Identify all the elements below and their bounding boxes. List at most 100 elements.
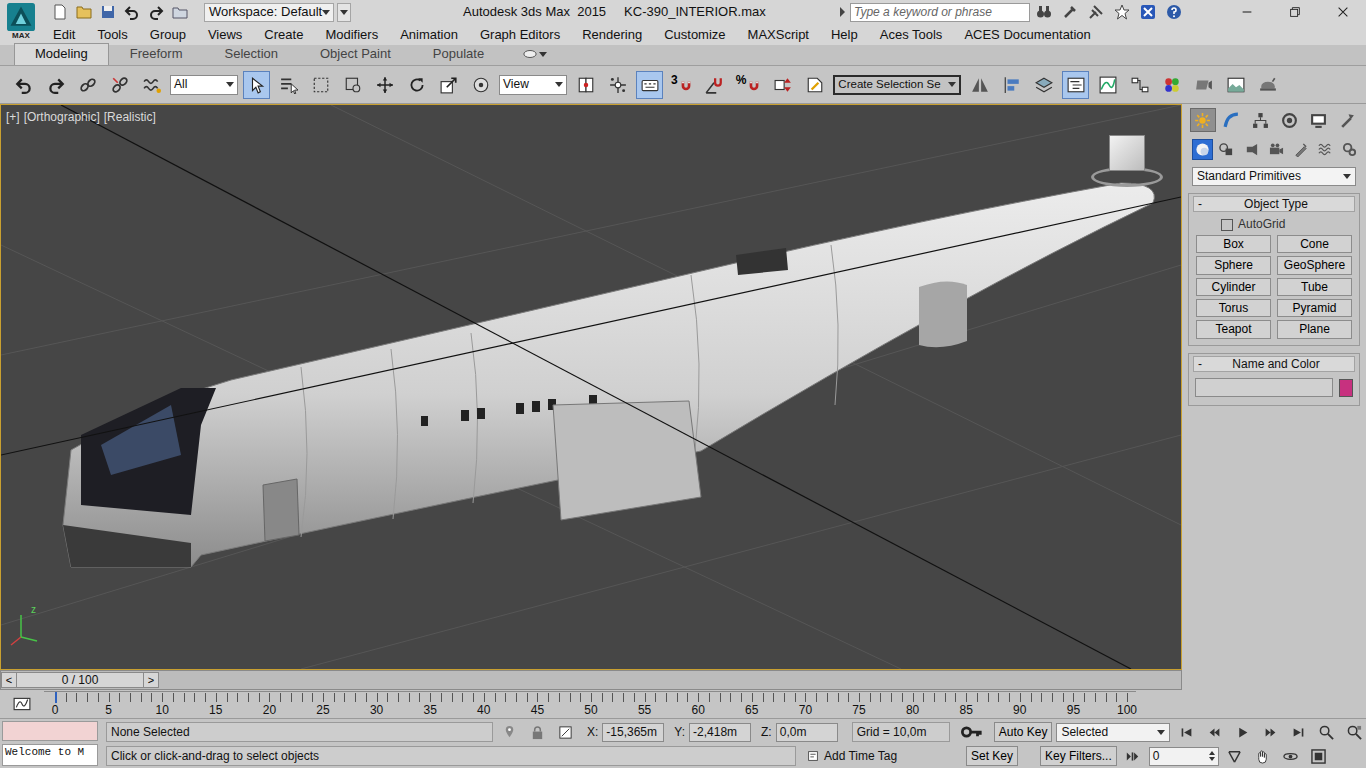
listener-input[interactable] [2,721,98,741]
selname-button[interactable] [275,71,302,99]
primitive-button[interactable]: Box [1196,235,1271,253]
zoom-button[interactable] [1314,722,1338,742]
time-slider-thumb[interactable]: <0 / 100> [1,672,159,688]
primitive-button[interactable]: GeoSphere [1277,256,1352,274]
motion-tab[interactable] [1276,108,1302,132]
ribbon-options-button[interactable] [523,47,547,61]
view-cube[interactable] [1091,135,1163,189]
undo-button[interactable] [10,71,37,99]
geometry-category[interactable] [1192,139,1213,160]
anglesnap-button[interactable] [701,71,728,99]
frame-ruler[interactable]: 0510152025303540455055606570758085909510… [44,691,1136,717]
object-name-input[interactable] [1195,378,1333,397]
menu-item[interactable]: ACES Documentation [953,27,1101,43]
select-button[interactable] [243,71,270,99]
menu-item[interactable]: Edit [42,27,86,43]
rollout-header[interactable]: -Object Type [1193,196,1355,212]
set-keys-button[interactable] [954,722,990,742]
snap-button[interactable]: 3 [668,71,696,99]
menu-item[interactable]: Tools [86,27,138,43]
menu-item[interactable]: Animation [389,27,469,43]
app-logo[interactable]: MAX [0,0,42,45]
framewin-button[interactable] [1222,71,1249,99]
systems-category[interactable] [1339,139,1360,160]
checkbox[interactable] [1221,219,1233,231]
menu-item[interactable]: Group [139,27,197,43]
namedsel-button[interactable] [801,71,828,99]
auto-key-button[interactable]: Auto Key [994,722,1053,742]
primitive-button[interactable]: Cylinder [1196,278,1271,296]
menu-item[interactable]: Aces Tools [869,27,954,43]
key-mode-button[interactable] [1121,746,1145,766]
rollout-header[interactable]: -Name and Color [1193,356,1355,372]
next-frame-button[interactable]: > [143,672,159,688]
help-button[interactable] [1162,1,1186,23]
binoculars-button[interactable] [1032,1,1056,23]
key-filter-mode-dropdown[interactable]: Selected [1056,723,1170,742]
modify-tab[interactable] [1219,108,1245,132]
ribbon-tab[interactable]: Modeling [14,43,109,65]
nextkey-button[interactable] [1258,722,1282,742]
named-selection-field[interactable]: Create Selection Se [833,75,961,95]
orbit-button[interactable] [1279,746,1303,766]
pan-button[interactable] [1251,746,1275,766]
menu-item[interactable]: Rendering [571,27,653,43]
end-button[interactable] [1286,722,1310,742]
maximize-button[interactable] [1307,746,1331,766]
hierarchy-tab[interactable] [1248,108,1274,132]
primitive-button[interactable]: Teapot [1196,320,1271,338]
lock-button[interactable] [525,722,549,742]
menu-item[interactable]: Customize [653,27,736,43]
rotate-button[interactable] [403,71,430,99]
search-input[interactable] [850,3,1030,22]
play-button[interactable] [1230,722,1254,742]
open-button[interactable] [72,2,96,22]
prevkey-button[interactable] [1202,722,1226,742]
tools-button[interactable] [1058,1,1082,23]
mirror-button[interactable] [966,71,993,99]
unlink-button[interactable] [106,71,133,99]
helpers-category[interactable] [1290,139,1311,160]
menu-item[interactable]: MAXScript [737,27,820,43]
shortcut-button[interactable] [636,71,663,99]
spacewarps-category[interactable] [1315,139,1336,160]
new-button[interactable] [48,2,72,22]
expand-arrow-icon[interactable] [840,7,845,17]
schematic-button[interactable] [1126,71,1153,99]
material-button[interactable] [1158,71,1185,99]
curve-button[interactable] [1094,71,1121,99]
spinnersnap-button[interactable] [769,71,796,99]
spinner-icon[interactable] [1209,751,1215,761]
display-tab[interactable] [1305,108,1331,132]
listener-output[interactable]: Welcome to M [2,744,98,766]
crossing-button[interactable] [339,71,366,99]
menu-item[interactable]: Create [253,27,314,43]
ribbon-tab[interactable]: Populate [412,43,505,65]
key-filters-button[interactable]: Key Filters... [1040,746,1117,766]
primitive-button[interactable]: Tube [1277,278,1352,296]
primitive-button[interactable]: Torus [1196,299,1271,317]
primitive-button[interactable]: Sphere [1196,256,1271,274]
primitive-button[interactable]: Cone [1277,235,1352,253]
snap-button[interactable]: % [733,71,765,99]
toolbar-dropdown[interactable]: All [170,75,238,95]
move-button[interactable] [371,71,398,99]
viewport[interactable]: [+][Orthographic][Realistic]z [0,104,1182,670]
object-type-dropdown[interactable]: Standard Primitives [1192,167,1356,186]
pivot-button[interactable] [572,71,599,99]
quick-access-menu-button[interactable] [337,3,351,22]
fov-button[interactable] [1223,746,1247,766]
place-button[interactable] [467,71,494,99]
start-button[interactable] [1174,722,1198,742]
mini-curve-editor-button[interactable] [0,695,44,713]
rendersetup-button[interactable] [1190,71,1217,99]
viewport-label[interactable]: [Realistic] [104,110,156,124]
redo-button[interactable] [42,71,69,99]
layers-button[interactable] [1030,71,1057,99]
workspace-dropdown[interactable]: Workspace: Default [204,3,334,22]
viewport-label[interactable]: [+] [6,110,20,124]
previous-frame-button[interactable]: < [1,672,17,688]
set-key-button[interactable]: Set Key [966,746,1018,766]
close-button[interactable] [1320,0,1366,24]
save-button[interactable] [96,2,120,22]
